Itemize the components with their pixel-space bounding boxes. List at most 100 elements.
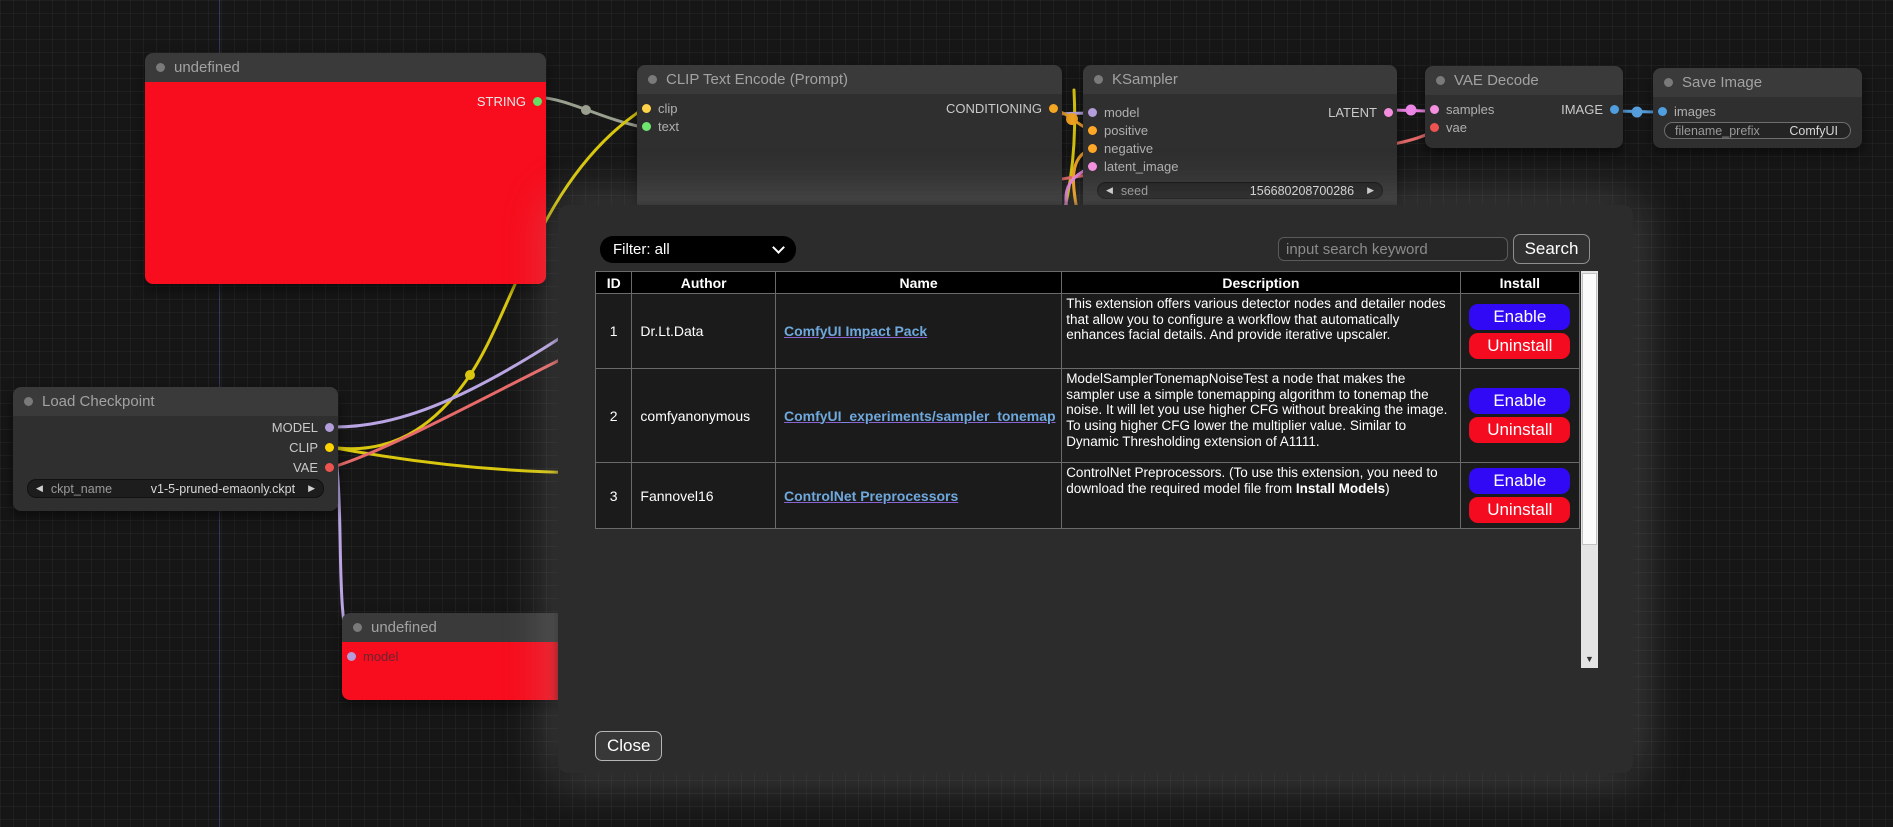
collapse-dot-icon[interactable] — [1664, 78, 1673, 87]
cell-author: Fannovel16 — [632, 463, 776, 529]
output-port-model[interactable] — [325, 423, 334, 432]
node-title: undefined — [371, 619, 437, 636]
node-header[interactable]: VAE Decode — [1425, 66, 1623, 95]
cell-id: 1 — [596, 294, 632, 369]
widget-value: v1-5-pruned-emaonly.ckpt — [151, 482, 295, 496]
scrollbar-thumb[interactable] — [1582, 273, 1597, 545]
enable-button[interactable]: Enable — [1469, 304, 1570, 330]
table-row: 3 Fannovel16 ControlNet Preprocessors Co… — [596, 463, 1580, 529]
collapse-dot-icon[interactable] — [648, 75, 657, 84]
cell-description: ControlNet Preprocessors. (To use this e… — [1062, 463, 1460, 529]
search-input[interactable] — [1278, 237, 1508, 261]
output-label: CLIP — [289, 440, 318, 455]
widget-label: filename_prefix — [1675, 124, 1760, 138]
close-button[interactable]: Close — [595, 731, 662, 761]
node-header[interactable]: undefined — [145, 53, 546, 82]
col-header-author: Author — [632, 272, 776, 294]
enable-button[interactable]: Enable — [1469, 388, 1570, 414]
increment-arrow-icon[interactable]: ▶ — [1367, 186, 1374, 195]
input-label: negative — [1104, 141, 1153, 156]
output-label: CONDITIONING — [946, 101, 1042, 116]
collapse-dot-icon[interactable] — [24, 397, 33, 406]
enable-button[interactable]: Enable — [1469, 468, 1570, 494]
widget-label: seed — [1121, 184, 1148, 198]
seed-widget[interactable]: ◀ seed 156680208700286 ▶ — [1097, 182, 1383, 199]
output-port-vae[interactable] — [325, 463, 334, 472]
col-header-install: Install — [1460, 272, 1579, 294]
uninstall-button[interactable]: Uninstall — [1469, 497, 1570, 523]
filter-dropdown-label: Filter: all — [613, 241, 670, 258]
output-label: LATENT — [1328, 105, 1377, 120]
input-label: latent_image — [1104, 159, 1178, 174]
input-port-text[interactable] — [642, 122, 651, 131]
collapse-dot-icon[interactable] — [156, 63, 165, 72]
input-label: model — [1104, 105, 1139, 120]
output-label: MODEL — [272, 420, 318, 435]
search-button[interactable]: Search — [1513, 234, 1590, 264]
node-title: Load Checkpoint — [42, 393, 155, 410]
output-port-image[interactable] — [1610, 105, 1619, 114]
next-arrow-icon[interactable]: ▶ — [308, 484, 315, 493]
input-label: images — [1674, 104, 1716, 119]
cell-description: This extension offers various detector n… — [1062, 294, 1460, 369]
collapse-dot-icon[interactable] — [1436, 76, 1445, 85]
filter-dropdown[interactable]: Filter: all — [600, 236, 796, 263]
input-label: model — [363, 649, 398, 664]
input-port-negative[interactable] — [1088, 144, 1097, 153]
output-port-string[interactable] — [533, 97, 542, 106]
decrement-arrow-icon[interactable]: ◀ — [1106, 186, 1113, 195]
input-label: text — [658, 119, 679, 134]
input-port-positive[interactable] — [1088, 126, 1097, 135]
link-string-to-text — [537, 97, 646, 128]
uninstall-button[interactable]: Uninstall — [1469, 417, 1570, 443]
cell-author: Dr.Lt.Data — [632, 294, 776, 369]
cell-author: comfyanonymous — [632, 369, 776, 463]
output-port-clip[interactable] — [325, 443, 334, 452]
input-port-latent-image[interactable] — [1088, 162, 1097, 171]
node-title: VAE Decode — [1454, 72, 1539, 89]
filename-prefix-widget[interactable]: filename_prefix ComfyUI — [1664, 122, 1851, 139]
extensions-table-wrap: ID Author Name Description Install 1 Dr.… — [595, 271, 1598, 668]
node-vae-decode[interactable]: VAE Decode samples vae IMAGE — [1425, 66, 1623, 148]
output-label: IMAGE — [1561, 102, 1603, 117]
node-load-checkpoint[interactable]: Load Checkpoint MODEL CLIP VAE ◀ ckpt_na… — [13, 387, 338, 511]
cell-install: Enable Uninstall — [1460, 294, 1579, 369]
node-undefined-top[interactable]: undefined STRING — [145, 53, 546, 284]
node-title: CLIP Text Encode (Prompt) — [666, 71, 848, 88]
input-port-model[interactable] — [347, 652, 356, 661]
chevron-down-icon — [772, 241, 785, 254]
output-label: VAE — [293, 460, 318, 475]
node-header[interactable]: Load Checkpoint — [13, 387, 338, 416]
node-header[interactable]: Save Image — [1653, 68, 1862, 97]
table-scrollbar[interactable]: ▼ — [1581, 271, 1598, 668]
table-row: 2 comfyanonymous ComfyUI_experiments/sam… — [596, 369, 1580, 463]
input-port-model[interactable] — [1088, 108, 1097, 117]
output-port-latent[interactable] — [1384, 108, 1393, 117]
input-port-vae[interactable] — [1430, 123, 1439, 132]
widget-value: ComfyUI — [1789, 124, 1838, 138]
extension-link[interactable]: ComfyUI Impact Pack — [784, 323, 927, 339]
output-port-conditioning[interactable] — [1049, 104, 1058, 113]
cell-install: Enable Uninstall — [1460, 369, 1579, 463]
scrollbar-down-arrow-icon[interactable]: ▼ — [1581, 652, 1598, 667]
node-header[interactable]: KSampler — [1083, 65, 1397, 94]
input-port-images[interactable] — [1658, 107, 1667, 116]
prev-arrow-icon[interactable]: ◀ — [36, 484, 43, 493]
cell-description: ModelSamplerTonemapNoiseTest a node that… — [1062, 369, 1460, 463]
table-row: 1 Dr.Lt.Data ComfyUI Impact Pack This ex… — [596, 294, 1580, 369]
cell-id: 2 — [596, 369, 632, 463]
node-save-image[interactable]: Save Image images filename_prefix ComfyU… — [1653, 68, 1862, 148]
ckpt-name-widget[interactable]: ◀ ckpt_name v1-5-pruned-emaonly.ckpt ▶ — [27, 479, 324, 498]
extension-link[interactable]: ComfyUI_experiments/sampler_tonemap — [784, 408, 1056, 424]
input-port-clip[interactable] — [642, 104, 651, 113]
node-title: Save Image — [1682, 74, 1762, 91]
input-label: vae — [1446, 120, 1467, 135]
input-port-samples[interactable] — [1430, 105, 1439, 114]
output-label: STRING — [477, 94, 526, 109]
collapse-dot-icon[interactable] — [1094, 75, 1103, 84]
uninstall-button[interactable]: Uninstall — [1469, 333, 1570, 359]
extension-link[interactable]: ControlNet Preprocessors — [784, 488, 958, 504]
collapse-dot-icon[interactable] — [353, 623, 362, 632]
comfyui-canvas[interactable]: { "icons": { "arrow_left": "◀", "arrow_r… — [0, 0, 1893, 827]
node-header[interactable]: CLIP Text Encode (Prompt) — [637, 65, 1062, 94]
